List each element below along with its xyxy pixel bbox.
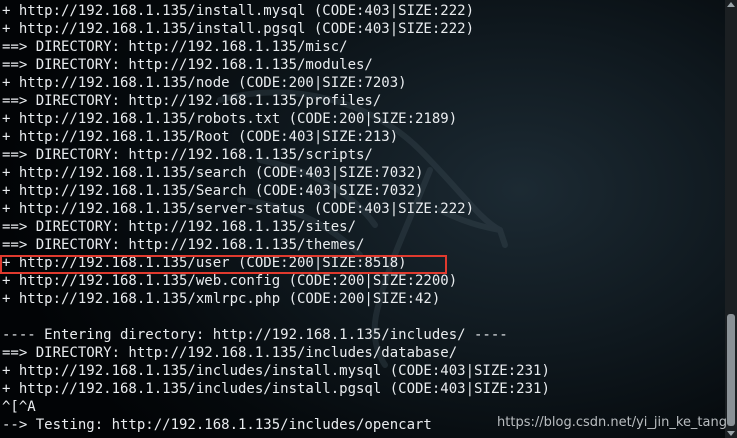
terminal-line: ==> DIRECTORY: http://192.168.1.135/misc…: [2, 39, 348, 55]
terminal-line: ==> DIRECTORY: http://192.168.1.135/modu…: [2, 57, 373, 73]
terminal-line: ==> DIRECTORY: http://192.168.1.135/scri…: [2, 147, 373, 163]
terminal-line: + http://192.168.1.135/install.pgsql (CO…: [2, 21, 475, 37]
terminal-line: + http://192.168.1.135/robots.txt (CODE:…: [2, 111, 458, 127]
terminal-window[interactable]: + http://192.168.1.135/install.mysql (CO…: [0, 0, 737, 438]
terminal-line: ^[^A: [2, 399, 36, 415]
terminal-line: + http://192.168.1.135/Search (CODE:403|…: [2, 183, 424, 199]
watermark-url: https://blog.csdn.net/yi_jin_ke_tang: [497, 415, 727, 430]
terminal-line: + http://192.168.1.135/search (CODE:403|…: [2, 165, 424, 181]
terminal-line: + http://192.168.1.135/web.config (CODE:…: [2, 273, 458, 289]
scrollbar-thumb[interactable]: [727, 314, 735, 426]
terminal-line: + http://192.168.1.135/server-status (CO…: [2, 201, 475, 217]
terminal-line: + http://192.168.1.135/Root (CODE:403|SI…: [2, 129, 399, 145]
terminal-line: ==> DIRECTORY: http://192.168.1.135/prof…: [2, 93, 382, 109]
scroll-up-arrow-icon[interactable]: [727, 2, 735, 7]
terminal-line: + http://192.168.1.135/node (CODE:200|SI…: [2, 75, 407, 91]
scroll-down-arrow-icon[interactable]: [727, 431, 735, 436]
terminal-line: + http://192.168.1.135/install.mysql (CO…: [2, 3, 475, 19]
terminal-line: + http://192.168.1.135/xmlrpc.php (CODE:…: [2, 291, 441, 307]
terminal-line: ==> DIRECTORY: http://192.168.1.135/site…: [2, 219, 357, 235]
terminal-output: + http://192.168.1.135/install.mysql (CO…: [2, 2, 723, 434]
terminal-line-highlighted: + http://192.168.1.135/user (CODE:200|SI…: [2, 255, 407, 271]
terminal-line: + http://192.168.1.135/includes/install.…: [2, 363, 550, 379]
vertical-scrollbar[interactable]: [725, 0, 737, 438]
terminal-line: ==> DIRECTORY: http://192.168.1.135/incl…: [2, 345, 458, 361]
terminal-line: + http://192.168.1.135/includes/install.…: [2, 381, 550, 397]
terminal-line: ---- Entering directory: http://192.168.…: [2, 327, 508, 343]
terminal-line: ==> DIRECTORY: http://192.168.1.135/them…: [2, 237, 365, 253]
